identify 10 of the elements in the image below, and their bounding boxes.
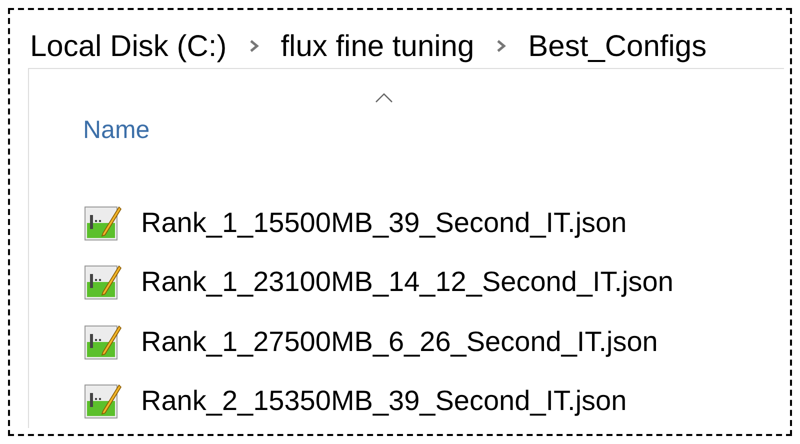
chevron-icon [248, 39, 259, 53]
breadcrumb-item[interactable]: flux fine tuning [280, 24, 474, 68]
file-name[interactable]: Rank_1_15500MB_39_Second_IT.json [141, 202, 627, 244]
file-name[interactable]: Rank_1_27500MB_6_26_Second_IT.json [141, 320, 658, 363]
file-name[interactable]: Rank_1_23100MB_14_12_Second_IT.json [141, 261, 674, 304]
breadcrumb-item[interactable]: Best_Configs [528, 24, 707, 68]
name-column-header[interactable]: Name [83, 111, 150, 151]
file-name[interactable]: Rank_2_15350MB_39_Second_IT.json [141, 380, 627, 422]
breadcrumb-item[interactable]: Local Disk (C:) [30, 24, 227, 68]
chevron-icon [496, 39, 506, 53]
